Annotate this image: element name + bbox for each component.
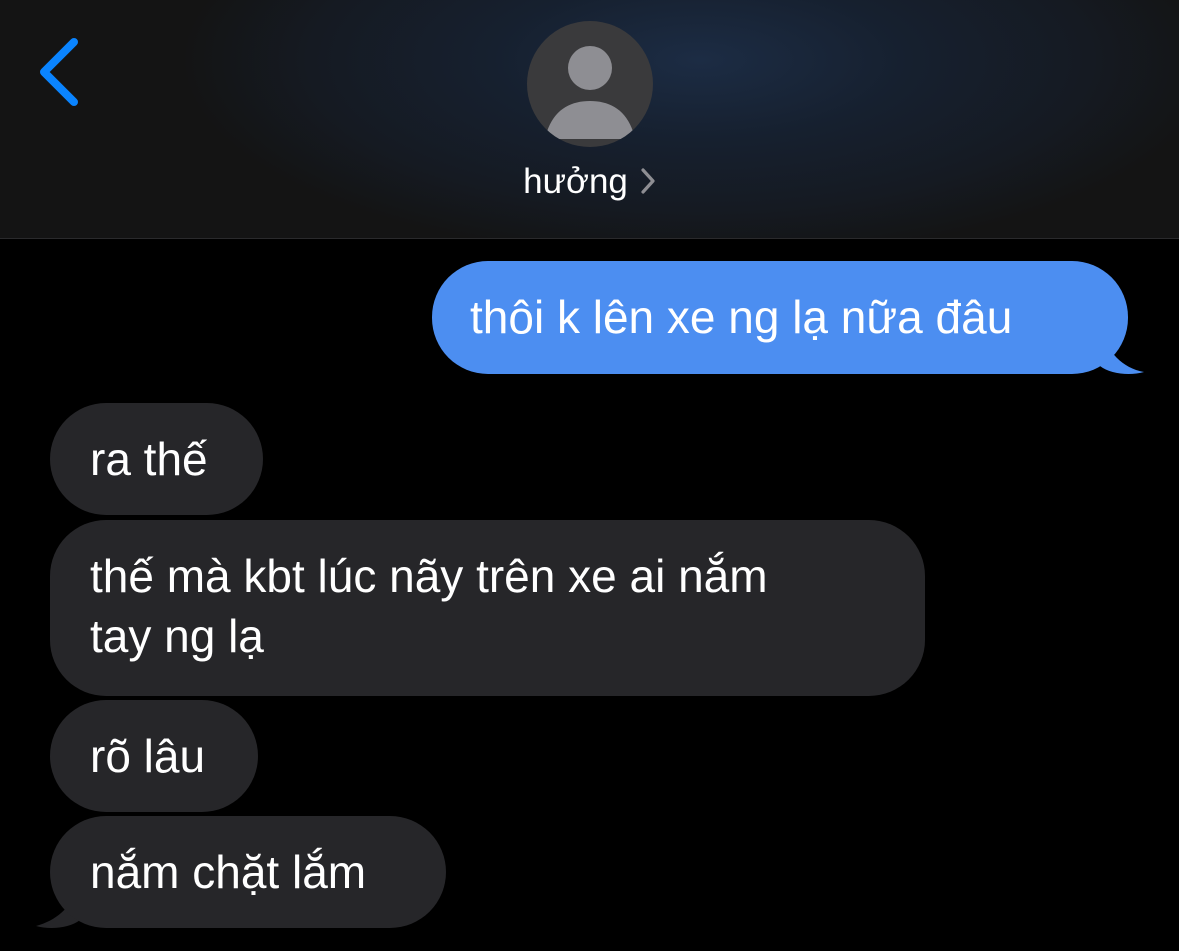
chevron-right-icon [640,167,656,195]
message-bubble-sent[interactable]: thôi k lên xe ng lạ nữa đâu [432,261,1128,374]
message-text: rõ lâu [90,730,206,782]
person-silhouette-icon [545,46,635,139]
message-text: nắm chặt lắm [90,846,367,898]
back-button[interactable] [30,30,90,114]
message-text: thôi k lên xe ng lạ nữa đâu [470,291,1013,343]
chevron-left-icon [40,38,78,106]
contact-name: hưởng [523,162,628,201]
message-bubble-received[interactable]: ra thế [50,403,263,515]
message-bubble-received[interactable]: rõ lâu [50,700,258,812]
contact-avatar[interactable] [527,21,653,147]
message-text-line: thế mà kbt lúc nãy trên xe ai nắm [90,550,768,602]
message-text-line: tay ng lạ [90,610,264,662]
message-bubble-received[interactable]: nắm chặt lắm [50,816,446,928]
message-text: ra thế [90,433,208,485]
contact-details-link[interactable]: hưởng [0,158,1179,206]
message-bubble-received[interactable]: thế mà kbt lúc nãy trên xe ai nắm tay ng… [50,520,925,696]
messages-screen: hưởng thôi k lên xe ng lạ nữa đâu ra thế… [0,0,1179,951]
conversation-header: hưởng [0,0,1179,239]
